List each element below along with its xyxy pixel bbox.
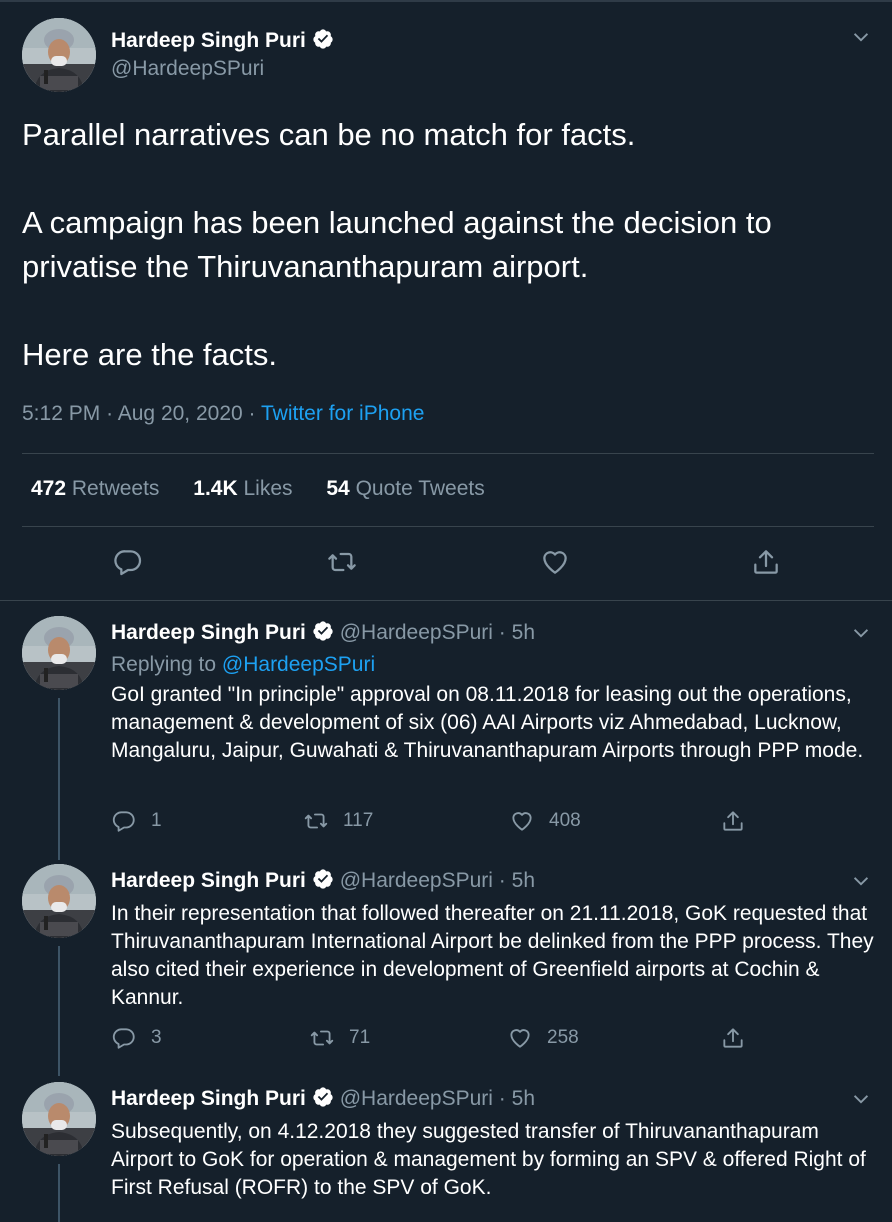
reply-icon bbox=[112, 1028, 135, 1049]
reply-icon[interactable] bbox=[112, 546, 144, 578]
tweet-date[interactable]: Aug 20, 2020 bbox=[118, 402, 243, 425]
chevron-down-icon[interactable] bbox=[850, 26, 872, 48]
tweet-text-line: Parallel narratives can be no match for … bbox=[22, 117, 636, 152]
reply-header: Hardeep Singh Puri @HardeepSPuri · 5h bbox=[111, 620, 535, 645]
meta-separator: · bbox=[248, 402, 256, 425]
reply-button[interactable]: 1 bbox=[111, 808, 162, 838]
header-separator: · bbox=[498, 869, 506, 892]
retweets-stat[interactable]: 472 Retweets bbox=[31, 477, 159, 500]
header-separator: · bbox=[498, 621, 506, 644]
verified-badge-icon bbox=[312, 28, 334, 50]
author-handle[interactable]: @HardeepSPuri bbox=[340, 1087, 493, 1110]
reply-header: Hardeep Singh Puri @HardeepSPuri · 5h bbox=[111, 868, 535, 893]
share-icon[interactable] bbox=[750, 546, 782, 578]
tweet-text-line: A campaign has been launched against the… bbox=[22, 205, 772, 284]
tweet-time[interactable]: 5h bbox=[512, 869, 535, 892]
tweet-source-link[interactable]: Twitter for iPhone bbox=[261, 402, 424, 425]
replying-to: Replying to @HardeepSPuri bbox=[111, 653, 376, 676]
retweet-icon bbox=[310, 1030, 334, 1046]
like-button[interactable]: 258 bbox=[507, 1025, 579, 1055]
divider bbox=[0, 600, 892, 601]
retweet-icon bbox=[304, 813, 328, 829]
avatar[interactable] bbox=[22, 616, 96, 690]
reply-tweet[interactable]: Hardeep Singh Puri @HardeepSPuri · 5h Re… bbox=[0, 616, 892, 860]
reply-count: 3 bbox=[151, 1027, 162, 1048]
retweet-button[interactable]: 117 bbox=[303, 808, 373, 838]
verified-badge-icon bbox=[312, 1086, 334, 1108]
tweet-text: GoI granted "In principle" approval on 0… bbox=[111, 683, 864, 762]
reply-tweet[interactable]: Hardeep Singh Puri @HardeepSPuri · 5h In… bbox=[0, 864, 892, 1076]
share-icon bbox=[723, 811, 743, 831]
author-handle[interactable]: @HardeepSPuri bbox=[111, 57, 264, 81]
chevron-down-icon[interactable] bbox=[850, 622, 872, 644]
chevron-down-icon[interactable] bbox=[850, 1088, 872, 1110]
tweet-actions: 3 71 258 bbox=[111, 1025, 811, 1055]
avatar[interactable] bbox=[22, 864, 96, 938]
like-icon[interactable] bbox=[539, 546, 571, 578]
author-handle[interactable]: @HardeepSPuri bbox=[340, 869, 493, 892]
tweet-time[interactable]: 5h bbox=[512, 1087, 535, 1110]
like-icon bbox=[510, 1029, 530, 1048]
divider bbox=[22, 453, 874, 454]
chevron-down-icon[interactable] bbox=[850, 870, 872, 892]
avatar[interactable] bbox=[22, 18, 96, 92]
retweet-count: 117 bbox=[343, 810, 374, 831]
retweet-count: 71 bbox=[349, 1027, 371, 1048]
mention-link[interactable]: @HardeepSPuri bbox=[222, 653, 375, 676]
reply-icon bbox=[112, 811, 135, 832]
tweet-time[interactable]: 5h bbox=[512, 621, 535, 644]
tweet-meta: 5:12 PM · Aug 20, 2020 · Twitter for iPh… bbox=[22, 402, 424, 426]
author-name[interactable]: Hardeep Singh Puri bbox=[111, 869, 334, 892]
share-button[interactable] bbox=[720, 808, 746, 838]
tweet-stats: 472 Retweets 1.4K Likes 54 Quote Tweets bbox=[31, 477, 513, 501]
tweet-text: Subsequently, on 4.12.2018 they suggeste… bbox=[111, 1120, 866, 1199]
author-name[interactable]: Hardeep Singh Puri bbox=[111, 28, 334, 53]
like-button[interactable]: 408 bbox=[509, 808, 581, 838]
reply-tweet[interactable]: Hardeep Singh Puri @HardeepSPuri · 5h Su… bbox=[0, 1082, 892, 1222]
author-handle[interactable]: @HardeepSPuri bbox=[340, 621, 493, 644]
author-name[interactable]: Hardeep Singh Puri bbox=[111, 621, 334, 644]
avatar[interactable] bbox=[22, 1082, 96, 1156]
tweet-text-line: Here are the facts. bbox=[22, 337, 278, 372]
likes-stat[interactable]: 1.4K Likes bbox=[193, 477, 292, 500]
like-count: 408 bbox=[549, 810, 581, 831]
thread-line bbox=[58, 946, 60, 1076]
share-button[interactable] bbox=[720, 1025, 746, 1055]
verified-badge-icon bbox=[312, 868, 334, 890]
quote-tweets-stat[interactable]: 54 Quote Tweets bbox=[326, 477, 484, 500]
author-name[interactable]: Hardeep Singh Puri bbox=[111, 1087, 334, 1110]
share-icon bbox=[723, 1028, 743, 1048]
tweet-thread-page: Hardeep Singh Puri @HardeepSPuri Paralle… bbox=[0, 0, 892, 1222]
tweet-time[interactable]: 5:12 PM bbox=[22, 402, 100, 425]
reply-count: 1 bbox=[151, 810, 162, 831]
retweet-icon[interactable] bbox=[326, 546, 358, 578]
tweet-text: Parallel narratives can be no match for … bbox=[22, 113, 882, 377]
retweet-button[interactable]: 71 bbox=[309, 1025, 370, 1055]
like-icon bbox=[512, 812, 532, 831]
divider bbox=[22, 526, 874, 527]
main-tweet: Hardeep Singh Puri @HardeepSPuri Paralle… bbox=[0, 0, 892, 600]
verified-badge-icon bbox=[312, 620, 334, 642]
thread-line bbox=[58, 698, 60, 860]
reply-button[interactable]: 3 bbox=[111, 1025, 162, 1055]
thread-line bbox=[58, 1164, 60, 1222]
tweet-actions: 1 117 408 bbox=[111, 808, 811, 838]
tweet-text: In their representation that followed th… bbox=[111, 902, 874, 1009]
tweet-actions bbox=[0, 546, 892, 586]
header-separator: · bbox=[498, 1087, 506, 1110]
like-count: 258 bbox=[547, 1027, 579, 1048]
meta-separator: · bbox=[106, 402, 114, 425]
reply-header: Hardeep Singh Puri @HardeepSPuri · 5h bbox=[111, 1086, 535, 1111]
